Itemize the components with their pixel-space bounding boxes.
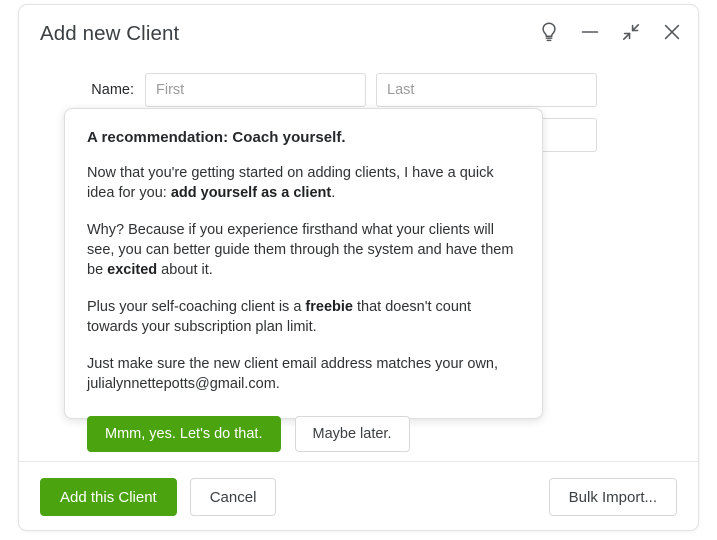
- popover-paragraph-1-emphasis: add yourself as a client: [170, 185, 332, 201]
- window-controls: [533, 16, 688, 48]
- popover-paragraph-2-text-b: about it.: [157, 262, 213, 278]
- popover-paragraph-3-emphasis: freebie: [305, 299, 353, 315]
- page-title: Add new Client: [40, 22, 180, 45]
- add-this-client-button[interactable]: Add this Client: [40, 478, 177, 516]
- popover-paragraph-3: Plus your self-coaching client is a free…: [87, 297, 520, 337]
- popover-title: A recommendation: Coach yourself.: [87, 129, 346, 146]
- footer-primary-actions: Add this Client Cancel: [40, 478, 277, 516]
- popover-actions: Mmm, yes. Let's do that. Maybe later.: [87, 416, 520, 452]
- popover-paragraph-4: Just make sure the new client email addr…: [87, 356, 499, 392]
- popover-paragraph-1: Now that you're getting started on addin…: [87, 163, 520, 203]
- close-icon: [661, 21, 683, 43]
- close-button[interactable]: [656, 16, 688, 48]
- popover-paragraph-3-text-a: Plus your self-coaching client is a: [87, 299, 306, 315]
- name-label: Name:: [91, 82, 134, 98]
- popover-paragraph-2: Why? Because if you experience firsthand…: [87, 220, 520, 280]
- coach-yourself-popover: A recommendation: Coach yourself. Now th…: [64, 108, 543, 452]
- name-row: Name:: [19, 73, 698, 107]
- add-new-client-window: Add new Client Name: First Last A recomm…: [18, 4, 699, 531]
- bulk-import-button[interactable]: Bulk Import...: [548, 478, 677, 516]
- window-titlebar: Add new Client: [19, 5, 698, 62]
- lightbulb-icon: [539, 21, 559, 43]
- popover-paragraph-1-text-b: .: [331, 185, 336, 201]
- first-name-input[interactable]: [145, 73, 366, 107]
- minimize-icon: [579, 21, 601, 43]
- collapse-arrows-icon: [620, 21, 642, 43]
- footer-secondary-actions: Bulk Import...: [548, 478, 677, 516]
- tips-lightbulb-button[interactable]: [533, 16, 565, 48]
- cancel-button[interactable]: Cancel: [189, 478, 277, 516]
- screen: Add new Client Name: First Last A recomm…: [0, 0, 717, 540]
- popover-paragraph-2-emphasis: excited: [107, 262, 158, 278]
- footer-actions: Add this Client Cancel Bulk Import...: [19, 462, 698, 530]
- minimize-button[interactable]: [574, 16, 606, 48]
- last-name-input[interactable]: [376, 73, 597, 107]
- accept-recommendation-button[interactable]: Mmm, yes. Let's do that.: [87, 416, 281, 452]
- dismiss-recommendation-button[interactable]: Maybe later.: [294, 416, 410, 452]
- collapse-button[interactable]: [615, 16, 647, 48]
